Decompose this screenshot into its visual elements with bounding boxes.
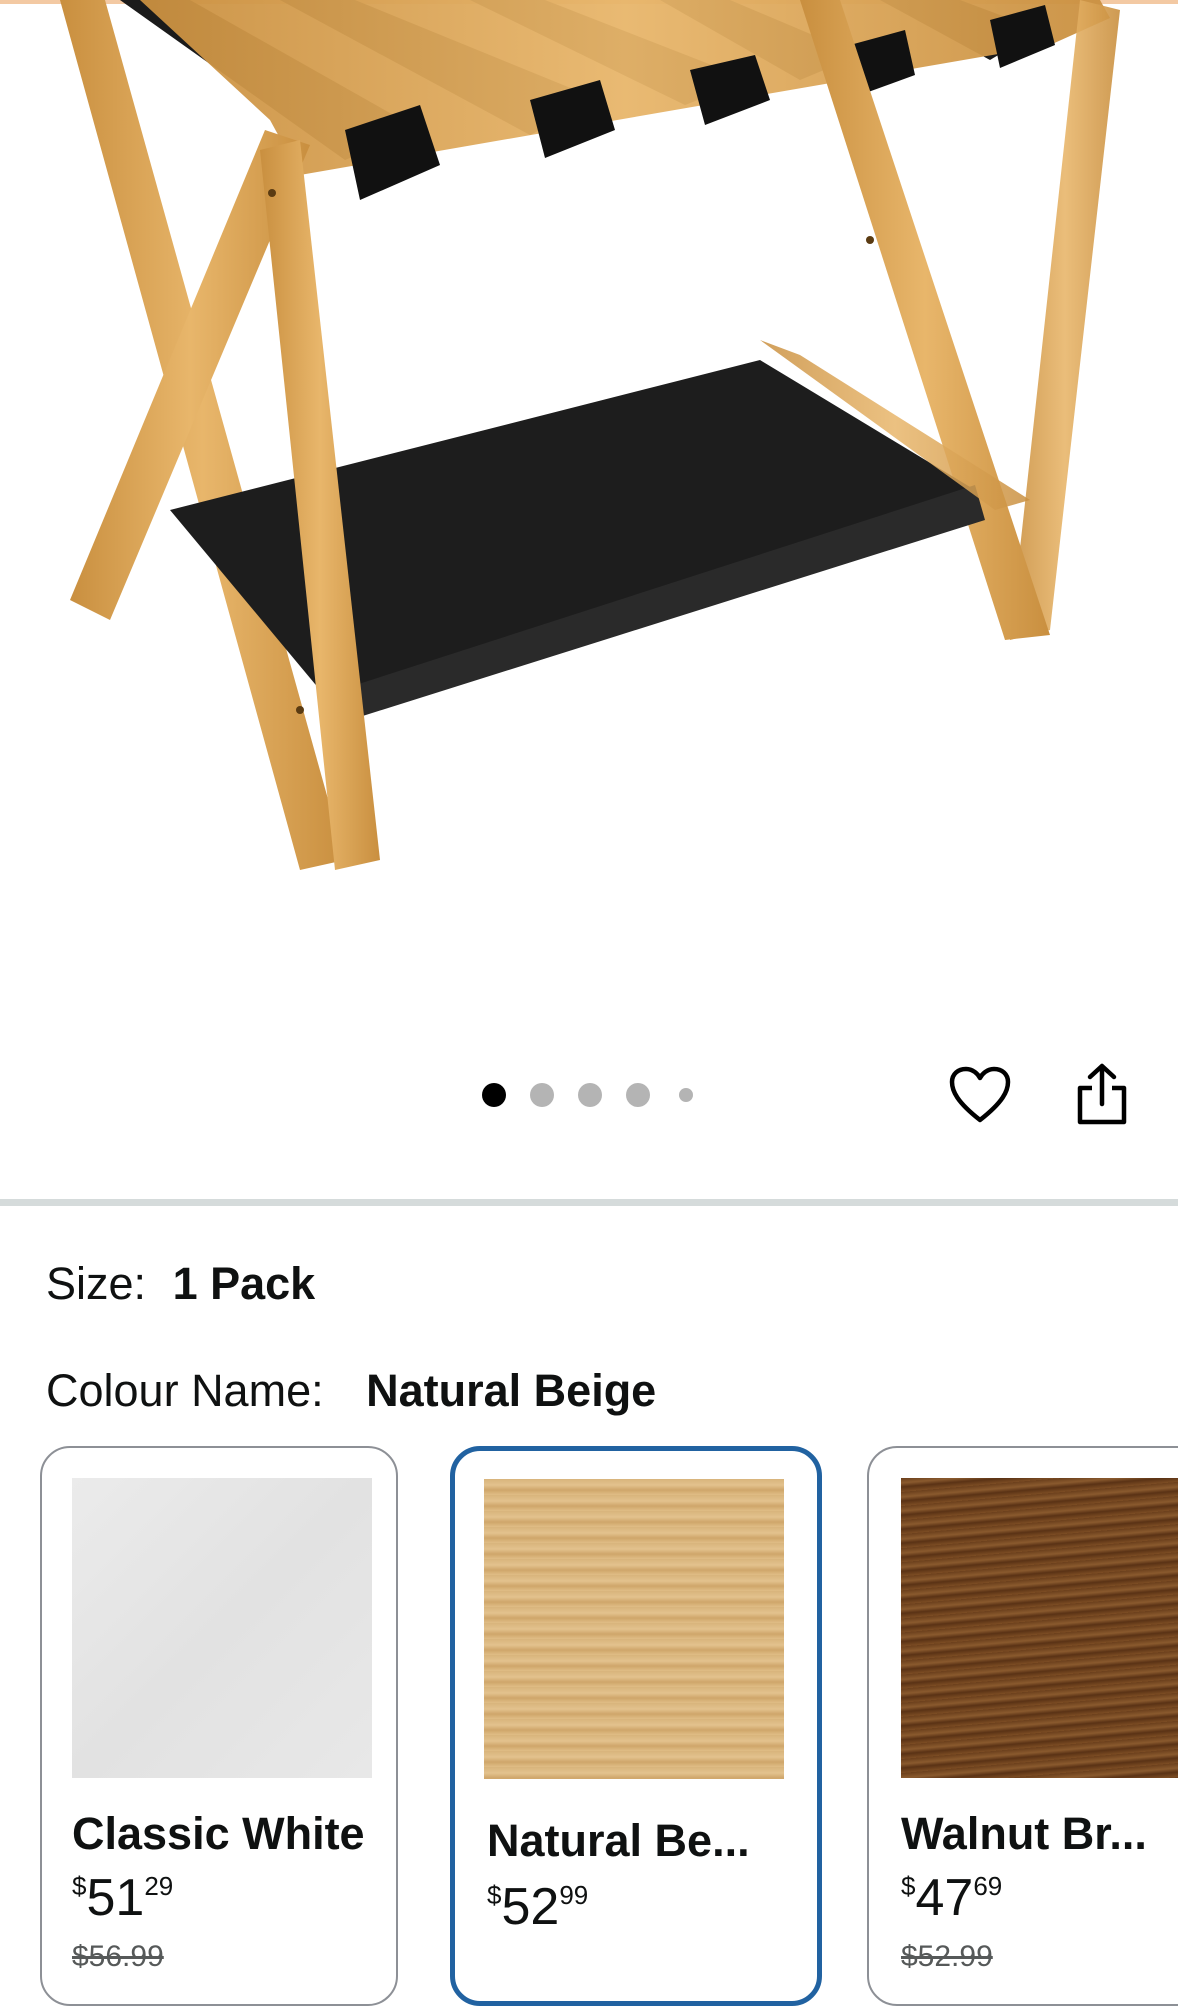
size-value: 1 Pack <box>172 1258 316 1309</box>
option-list-price: $52.99 <box>901 1940 993 1973</box>
option-name: Classic White <box>72 1808 365 1859</box>
colour-option-natural-beige[interactable]: Natural Be... $5299 <box>450 1446 822 2006</box>
option-name: Walnut Br... <box>901 1808 1147 1859</box>
size-label: Size: <box>46 1258 147 1309</box>
carousel-dot-2[interactable] <box>530 1083 554 1107</box>
colour-label: Colour Name: <box>46 1365 324 1416</box>
carousel-dot-3[interactable] <box>578 1083 602 1107</box>
option-list-price: $56.99 <box>72 1940 164 1973</box>
swatch-natural-beige <box>484 1479 784 1779</box>
share-icon <box>1077 1063 1127 1125</box>
option-price: $5129 <box>72 1869 174 1927</box>
colour-value: Natural Beige <box>366 1365 657 1416</box>
colour-option-walnut-brown[interactable]: Walnut Br... $4769 $52.99 <box>867 1446 1178 2006</box>
wishlist-button[interactable] <box>945 1060 1015 1130</box>
colour-row: Colour Name: Natural Beige <box>46 1365 656 1417</box>
share-button[interactable] <box>1070 1058 1134 1130</box>
size-row: Size: 1 Pack <box>46 1258 315 1310</box>
option-price: $5299 <box>487 1878 589 1936</box>
luggage-rack-illustration <box>60 0 1120 870</box>
heart-outline-icon <box>949 1066 1011 1123</box>
swatch-walnut-brown <box>901 1478 1178 1778</box>
product-image[interactable] <box>0 0 1178 1000</box>
carousel-dot-5[interactable] <box>679 1088 693 1102</box>
carousel-dot-4[interactable] <box>626 1083 650 1107</box>
option-name: Natural Be... <box>487 1815 750 1866</box>
carousel-dot-1[interactable] <box>482 1083 506 1107</box>
option-price: $4769 <box>901 1869 1003 1927</box>
swatch-classic-white <box>72 1478 372 1778</box>
colour-option-classic-white[interactable]: Classic White $5129 $56.99 <box>40 1446 398 2006</box>
section-divider <box>0 1199 1178 1206</box>
